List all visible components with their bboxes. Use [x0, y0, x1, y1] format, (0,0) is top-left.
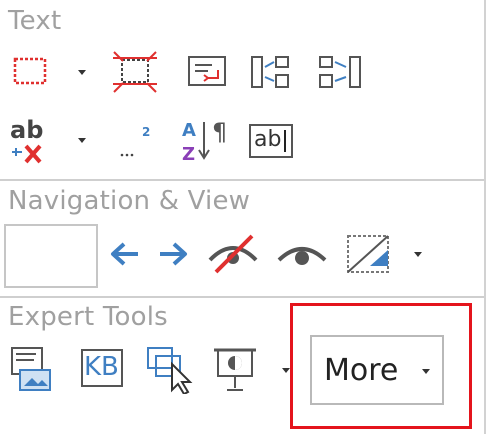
pilcrow-glyph: ¶ [212, 118, 228, 146]
kb-label: KB [84, 352, 119, 382]
text-frame-link-icon[interactable] [186, 52, 230, 92]
section-divider-1 [0, 179, 484, 181]
section-title-navigation: Navigation & View [8, 186, 251, 216]
navigation-preview-box[interactable] [4, 224, 98, 288]
select-object-icon[interactable] [144, 344, 194, 396]
text-box-dropdown-caret[interactable] [78, 70, 86, 75]
sort-tag-icon[interactable]: A Z ¶ [180, 116, 234, 168]
forward-arrow-icon[interactable] [156, 240, 190, 268]
presentation-icon[interactable] [210, 344, 260, 394]
section-title-expert: Expert Tools [8, 302, 168, 332]
svg-text:Z: Z [182, 144, 195, 165]
hide-preview-icon[interactable] [206, 232, 260, 276]
remove-formatting-dropdown-caret[interactable] [78, 138, 86, 143]
view-dropdown-caret[interactable] [414, 252, 422, 257]
presentation-dropdown-caret[interactable] [282, 368, 290, 373]
link-forward-icon[interactable] [248, 52, 294, 92]
transparency-view-icon[interactable] [344, 232, 398, 276]
more-button[interactable]: More [310, 335, 444, 405]
back-arrow-icon[interactable] [108, 240, 142, 268]
more-dropdown-caret [422, 369, 430, 374]
link-backward-icon[interactable] [316, 52, 366, 92]
kb-icon[interactable]: KB [78, 346, 128, 392]
svg-text:A: A [182, 120, 196, 141]
fit-frame-icon[interactable] [110, 50, 160, 94]
show-preview-eye-icon[interactable] [276, 236, 328, 272]
document-preview-icon[interactable] [8, 344, 54, 394]
section-divider-2 [0, 296, 484, 298]
text-box-icon[interactable] [10, 52, 50, 92]
tool-panel: Text ab 2 A Z ¶ ab Navigation & View Exp… [0, 0, 490, 434]
more-button-label: More [324, 353, 399, 388]
panel-border [484, 0, 486, 434]
ab-field-label: ab [254, 127, 282, 152]
remove-formatting-icon[interactable]: ab [8, 116, 58, 168]
footnote-icon[interactable]: 2 [116, 120, 156, 164]
section-title-text: Text [8, 6, 62, 36]
svg-text:2: 2 [142, 125, 150, 139]
text-field-icon[interactable]: ab [248, 122, 298, 160]
